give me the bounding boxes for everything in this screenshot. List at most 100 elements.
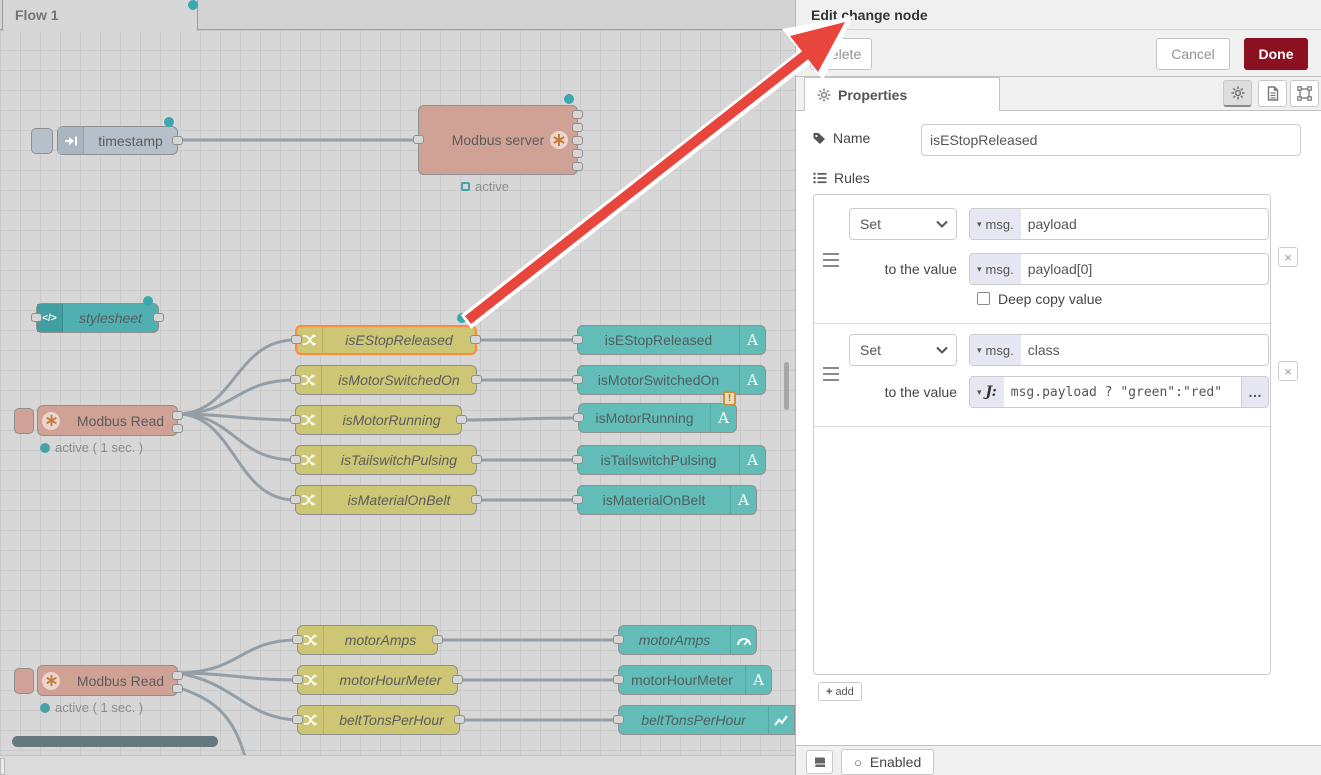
node-description-button[interactable] [1258,80,1287,107]
input-port[interactable] [292,715,303,724]
cancel-button[interactable]: Cancel [1156,38,1230,70]
add-rule-button[interactable]: +add [818,682,862,701]
text-icon: A [710,404,736,432]
output-port[interactable] [172,424,183,433]
docs-button[interactable] [806,750,833,774]
done-button[interactable]: Done [1244,38,1308,70]
type-select-expression[interactable]: ▾J: [970,377,1004,407]
modbus-read-button[interactable] [14,408,34,434]
output-port[interactable] [471,455,482,464]
type-select-msg[interactable]: ▾msg. [970,254,1021,284]
input-port[interactable] [572,495,583,504]
expand-expression-button[interactable]: … [1241,377,1268,407]
stylesheet-node[interactable]: </> stylesheet [36,303,159,333]
input-port[interactable] [572,335,583,344]
output-port[interactable] [471,375,482,384]
input-port[interactable] [413,135,424,144]
rule-drag-handle[interactable] [823,253,839,267]
inject-button[interactable] [31,128,53,154]
output-port[interactable] [172,136,183,145]
rule-property-input[interactable]: ▾msg. [969,208,1269,240]
ui-text-node[interactable]: isMotorSwitchedOn A [577,365,766,395]
zoom-control-partial[interactable] [0,758,5,775]
tray-tab-row: Properties [796,77,1321,111]
modbus-read-node[interactable]: Modbus Read [37,665,178,696]
ui-text-node[interactable]: isMotorRunning A [578,403,737,433]
name-input[interactable] [921,124,1301,156]
output-port[interactable] [471,495,482,504]
output-port[interactable] [452,675,463,684]
input-port[interactable] [613,635,624,644]
change-node[interactable]: beltTonsPerHour [297,705,460,735]
value-input[interactable] [1021,254,1268,284]
node-properties-button[interactable] [1223,80,1252,107]
output-port[interactable] [456,415,467,424]
rule-value-input[interactable]: ▾J: … [969,376,1269,408]
ui-text-node[interactable]: isTailswitchPulsing A [577,445,766,475]
output-port[interactable] [454,715,465,724]
remove-rule-button[interactable]: × [1278,247,1298,267]
node-appearance-button[interactable] [1290,80,1319,107]
remove-rule-button[interactable]: × [1278,361,1298,381]
input-port[interactable] [291,335,302,344]
tab-properties[interactable]: Properties [804,77,1000,111]
output-port[interactable] [572,136,583,145]
enabled-toggle[interactable]: ○ Enabled [841,749,934,775]
output-port[interactable] [172,684,183,693]
input-port[interactable] [292,635,303,644]
node-label: Modbus Read [64,666,177,695]
output-port[interactable] [153,313,164,322]
modbus-read-node[interactable]: Modbus Read [37,405,178,436]
change-node[interactable]: motorHourMeter [297,665,458,695]
ui-gauge-node[interactable]: motorAmps [618,625,757,655]
rule-property-input[interactable]: ▾msg. [969,334,1269,366]
input-port[interactable] [573,413,584,422]
type-select-msg[interactable]: ▾msg. [970,335,1021,365]
ui-text-node[interactable]: motorHourMeter A [618,665,772,695]
output-port[interactable] [572,123,583,132]
input-port[interactable] [290,415,301,424]
rule-drag-handle[interactable] [823,367,839,381]
output-port[interactable] [572,162,583,171]
ui-text-node[interactable]: isEStopReleased A [577,325,766,355]
deep-copy-checkbox[interactable] [977,292,990,305]
input-port[interactable] [290,375,301,384]
output-port[interactable] [572,149,583,158]
change-node[interactable]: isTailswitchPulsing [295,445,477,475]
input-port[interactable] [31,313,42,322]
property-value-input[interactable] [1021,335,1268,365]
type-select-msg[interactable]: ▾msg. [970,209,1021,239]
inject-node-timestamp[interactable]: timestamp [57,126,178,155]
change-node[interactable]: isMotorSwitchedOn [295,365,477,395]
ui-text-node[interactable]: isMaterialOnBelt A [577,485,757,515]
rule-action-select[interactable]: Set [849,334,957,366]
input-port[interactable] [572,455,583,464]
input-port[interactable] [290,495,301,504]
input-port[interactable] [572,375,583,384]
expression-input[interactable] [1004,377,1241,407]
property-value-input[interactable] [1021,209,1268,239]
change-node[interactable]: isEStopReleased [295,325,477,355]
input-port[interactable] [290,455,301,464]
input-port[interactable] [613,715,624,724]
ui-chart-node[interactable]: beltTonsPerHour [618,705,795,735]
input-port[interactable] [292,675,303,684]
tab-flow-1[interactable]: Flow 1 [2,0,198,31]
output-port[interactable] [432,635,443,644]
document-icon [1266,86,1280,101]
change-node[interactable]: motorAmps [297,625,438,655]
modbus-read-button[interactable] [14,668,34,694]
vertical-scrollbar[interactable] [784,362,789,410]
input-port[interactable] [613,675,624,684]
output-port[interactable] [172,411,183,420]
output-port[interactable] [470,335,481,344]
change-node[interactable]: isMotorRunning [295,405,462,435]
output-port[interactable] [172,671,183,680]
output-port[interactable] [572,110,583,119]
node-label: isMotorSwitchedOn [578,366,739,394]
rule-value-input[interactable]: ▾msg. [969,253,1269,285]
change-node[interactable]: isMaterialOnBelt [295,485,477,515]
horizontal-scrollbar[interactable] [12,736,218,747]
delete-button[interactable]: Delete [810,38,872,70]
rule-action-select[interactable]: Set [849,208,957,240]
